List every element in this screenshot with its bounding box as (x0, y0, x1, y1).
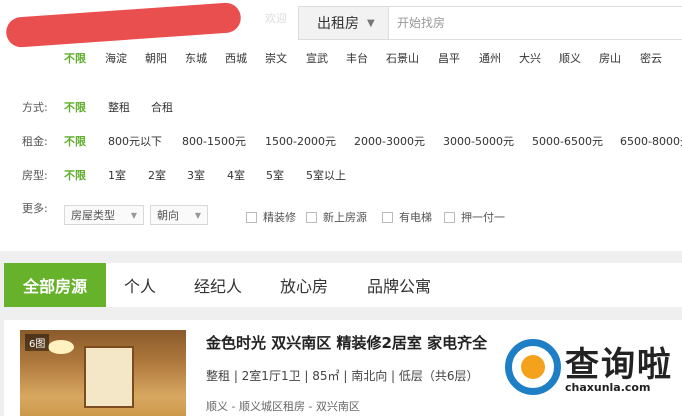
watermark-en: chaxunla.com (565, 381, 651, 394)
mode-option[interactable]: 整租 (108, 99, 130, 115)
rent-option[interactable]: 5000-6500元 (532, 133, 603, 149)
checkbox-box[interactable] (382, 211, 393, 223)
layout-label: 房型: (22, 169, 48, 182)
district-option[interactable]: 东城 (185, 50, 207, 66)
district-option[interactable]: 顺义 (559, 50, 581, 66)
rent-option[interactable]: 1500-2000元 (265, 133, 336, 149)
layout-option[interactable]: 4室 (227, 167, 245, 183)
district-option[interactable]: 崇文 (265, 50, 287, 66)
tab-verified[interactable]: 放心房 (280, 263, 328, 307)
district-option[interactable]: 大兴 (519, 50, 541, 66)
district-option[interactable]: 密云 (640, 50, 662, 66)
checkbox-new-listing[interactable]: 新上房源 (306, 209, 367, 225)
search-type-label: 出租房 (317, 16, 359, 32)
listing-title[interactable]: 金色时光 双兴南区 精装修2居室 家电齐全 (206, 332, 487, 353)
header-faint-text: 欢迎 (265, 12, 287, 25)
watermark-logo: 查询啦 chaxunla.com (505, 325, 675, 395)
district-option[interactable]: 丰台 (346, 50, 368, 66)
layout-option[interactable]: 5室以上 (306, 167, 346, 183)
layout-option[interactable]: 3室 (187, 167, 205, 183)
layout-option[interactable]: 2室 (148, 167, 166, 183)
tab-individual[interactable]: 个人 (124, 263, 156, 307)
checkbox-box[interactable] (246, 211, 257, 223)
checkbox-box[interactable] (444, 211, 455, 223)
tab-all-listings[interactable]: 全部房源 (4, 263, 106, 307)
layout-option[interactable]: 1室 (108, 167, 126, 183)
checkbox-box[interactable] (306, 211, 317, 223)
checkbox-label: 有电梯 (399, 211, 432, 224)
listing-photo[interactable]: 6图 (20, 330, 186, 416)
checkbox-deposit[interactable]: 押一付一 (444, 209, 505, 225)
house-type-select-label: 房屋类型 (71, 209, 115, 222)
district-option[interactable]: 房山 (599, 50, 621, 66)
checkbox-elevator[interactable]: 有电梯 (382, 209, 432, 225)
rent-option[interactable]: 800-1500元 (182, 133, 246, 149)
more-label: 更多: (22, 202, 48, 215)
district-option[interactable]: 昌平 (438, 50, 460, 66)
listing-meta: 整租 | 2室1厅1卫 | 85㎡ | 南北向 | 低层（共6层） (206, 369, 479, 383)
layout-option[interactable]: 不限 (64, 167, 86, 183)
listing-tabs: 全部房源 个人 经纪人 放心房 品牌公寓 (4, 263, 682, 307)
listing-location[interactable]: 顺义 - 顺义城区租房 - 双兴南区 (206, 398, 360, 414)
checkbox-renovated[interactable]: 精装修 (246, 209, 296, 225)
district-option[interactable]: 宣武 (306, 50, 328, 66)
district-option[interactable]: 石景山 (386, 50, 419, 66)
checkbox-label: 精装修 (263, 211, 296, 224)
chevron-down-icon: ▼ (130, 210, 137, 220)
district-option[interactable]: 海淀 (105, 50, 127, 66)
checkbox-label: 押一付一 (461, 211, 505, 224)
rent-option[interactable]: 6500-8000元 (620, 133, 682, 149)
rent-option[interactable]: 2000-3000元 (354, 133, 425, 149)
photo-count-badge: 6图 (25, 334, 50, 351)
district-option[interactable]: 朝阳 (145, 50, 167, 66)
search-type-dropdown[interactable]: 出租房 ▼ (299, 7, 389, 39)
district-option[interactable]: 西城 (225, 50, 247, 66)
search-input[interactable] (397, 16, 647, 30)
mode-option[interactable]: 合租 (151, 99, 173, 115)
tab-brand-apartment[interactable]: 品牌公寓 (367, 263, 431, 307)
orientation-select[interactable]: 朝向 ▼ (150, 205, 208, 225)
photo-decoration (84, 346, 134, 408)
house-type-select[interactable]: 房屋类型 ▼ (64, 205, 144, 225)
mode-label: 方式: (22, 101, 48, 114)
rent-option[interactable]: 3000-5000元 (443, 133, 514, 149)
layout-option[interactable]: 5室 (266, 167, 284, 183)
redacted-logo-area (5, 1, 242, 49)
magnifier-icon (505, 339, 561, 395)
rent-option[interactable]: 不限 (64, 133, 86, 149)
top-bar: 欢迎 出租房 ▼ (0, 0, 682, 49)
filter-panel: 不限 海淀 朝阳 东城 西城 崇文 宣武 丰台 石景山 昌平 通州 大兴 顺义 … (0, 48, 682, 251)
district-option[interactable]: 不限 (64, 50, 86, 66)
photo-decoration (48, 340, 74, 354)
chevron-down-icon: ▼ (194, 210, 201, 220)
checkbox-label: 新上房源 (323, 211, 367, 224)
orientation-select-label: 朝向 (157, 209, 179, 222)
watermark-cn: 查询啦 (565, 345, 673, 385)
rent-option[interactable]: 800元以下 (108, 133, 162, 149)
tab-agent[interactable]: 经纪人 (194, 263, 242, 307)
chevron-down-icon: ▼ (367, 17, 375, 29)
rent-label: 租金: (22, 135, 48, 148)
search-bar: 出租房 ▼ (298, 6, 682, 40)
district-option[interactable]: 通州 (479, 50, 501, 66)
mode-option[interactable]: 不限 (64, 99, 86, 115)
